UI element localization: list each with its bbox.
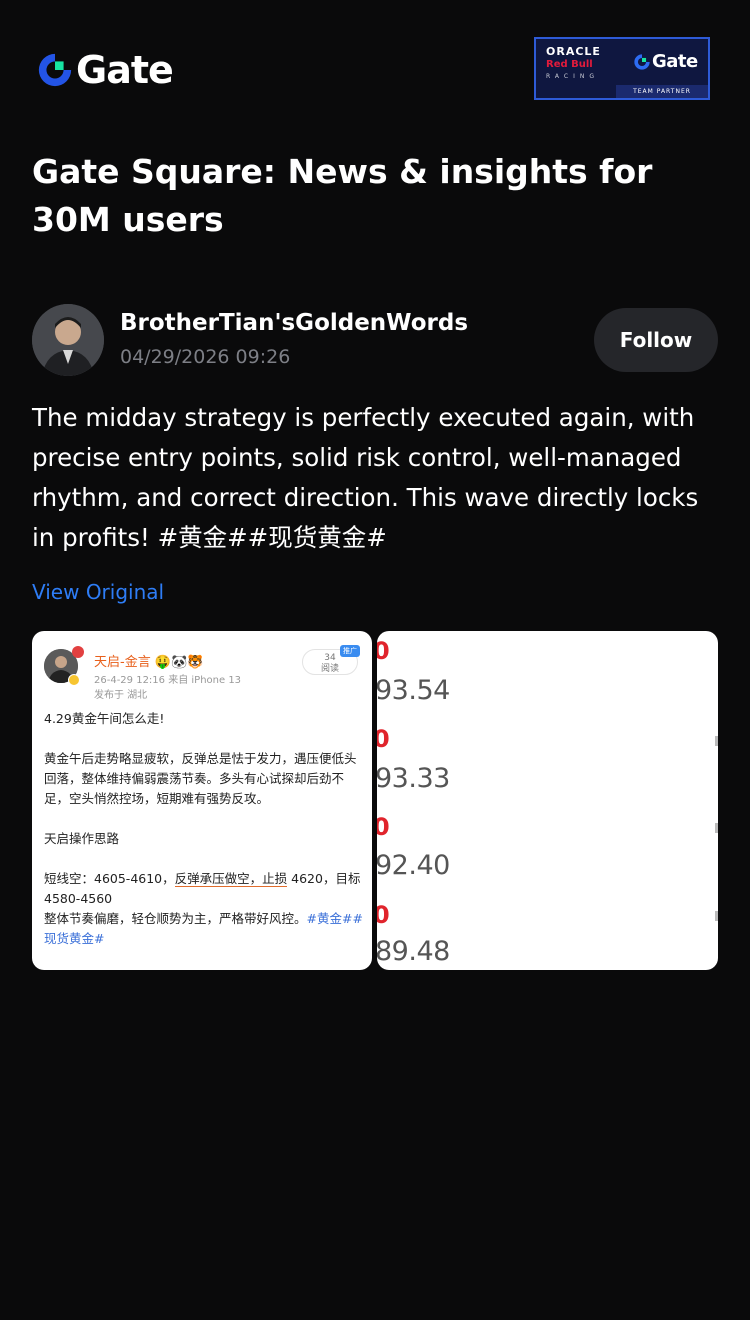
gate-logo-icon xyxy=(38,53,72,87)
post-image-right[interactable]: 0 93.54 0 93.33 0 92.40 0 89.48 xyxy=(377,631,718,970)
weibo-line: 天启操作思路 xyxy=(44,831,120,846)
post-timestamp: 04/29/2026 09:26 xyxy=(120,346,291,368)
weibo-strategy: 短线空：4605-4610，反弹承压做空，止损 4620，目标4580-4560… xyxy=(44,869,364,949)
team-partner-label: TEAM PARTNER xyxy=(616,85,708,98)
weibo-user-name: 天启-金言 🤑🐼🐯 xyxy=(94,655,204,670)
avatar-person-icon xyxy=(32,304,104,376)
price-value: 93.33 xyxy=(377,763,450,794)
racing-text: RACING xyxy=(546,73,600,80)
weibo-closing: 整体节奏偏磨，轻仓顺势为主，严格带好风控。 xyxy=(44,911,307,926)
price-value: 93.54 xyxy=(377,675,450,706)
weibo-line: 4.29黄金午间怎么走! xyxy=(44,711,165,726)
follow-button[interactable]: Follow xyxy=(594,308,718,372)
partner-gate-logo: Gate xyxy=(633,51,698,72)
vip-badge-icon xyxy=(68,674,80,686)
weibo-strategy-prefix: 短线空：4605-4610， xyxy=(44,871,175,886)
redbull-logo-text: Red Bull xyxy=(546,59,593,70)
view-original-link[interactable]: View Original xyxy=(32,580,164,604)
oracle-logo-text: ORACLE xyxy=(546,45,601,58)
edge-mark xyxy=(715,736,718,746)
price-marker: 0 xyxy=(377,901,390,929)
edge-mark xyxy=(715,823,718,833)
price-marker: 0 xyxy=(377,725,390,753)
partner-gate-text: Gate xyxy=(652,51,698,72)
weibo-line: 黄金午后走势略显疲软，反弹总是怯于发力，遇压便低头回落，整体维持偏弱震荡节奏。多… xyxy=(44,751,357,806)
gate-logo[interactable]: Gate xyxy=(36,48,174,92)
price-value: 89.48 xyxy=(377,936,450,967)
partner-badge[interactable]: ORACLE Red Bull RACING Gate TEAM PARTNER xyxy=(534,37,710,100)
author-name[interactable]: BrotherTian'sGoldenWords xyxy=(120,310,468,336)
gate-logo-text: Gate xyxy=(76,48,174,92)
author-row: BrotherTian'sGoldenWords 04/29/2026 09:2… xyxy=(32,302,718,378)
weibo-strategy-highlight: 反弹承压做空，止损 xyxy=(174,871,288,887)
post-body: The midday strategy is perfectly execute… xyxy=(32,403,699,552)
price-marker: 0 xyxy=(377,813,390,841)
weibo-post-text: 4.29黄金午间怎么走! 黄金午后走势略显疲软，反弹总是怯于发力，遇压便低头回落… xyxy=(44,709,364,949)
header: Gate ORACLE Red Bull RACING Gate TEAM PA… xyxy=(0,0,750,140)
weibo-meta: 26-4-29 12:16 来自 iPhone 13 xyxy=(94,675,242,686)
gate-mini-icon xyxy=(634,53,650,70)
weibo-location: 发布于 湖北 xyxy=(94,690,148,701)
page-title: Gate Square: News & insights for 30M use… xyxy=(32,152,653,239)
avatar[interactable] xyxy=(32,304,104,376)
price-value: 92.40 xyxy=(377,850,450,881)
price-marker: 0 xyxy=(377,637,390,665)
edge-mark xyxy=(715,911,718,921)
notification-dot xyxy=(72,646,84,658)
promo-tag: 推广 xyxy=(340,645,360,657)
post-image-left[interactable]: 天启-金言 🤑🐼🐯 26-4-29 12:16 来自 iPhone 13 发布于… xyxy=(32,631,372,970)
read-count-label: 阅读 xyxy=(320,664,339,674)
